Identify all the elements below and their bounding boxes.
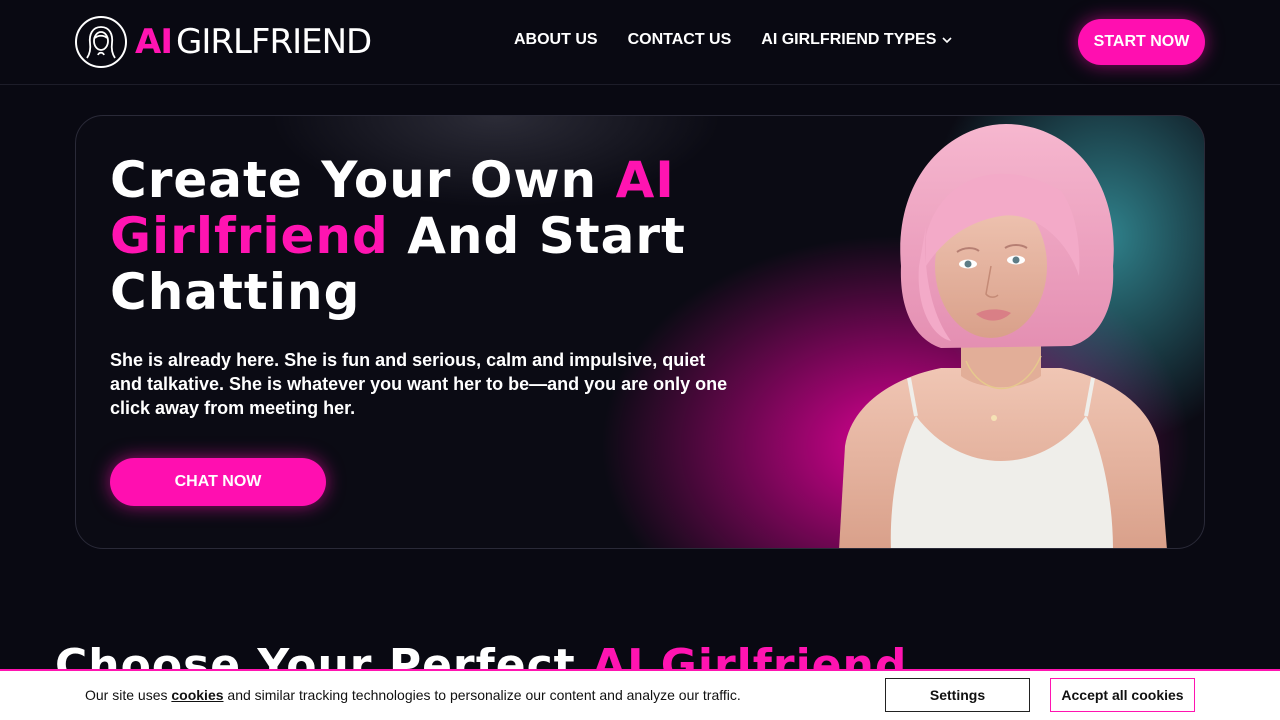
hero-subtitle: She is already here. She is fun and seri… <box>110 350 728 418</box>
nav-about-us[interactable]: ABOUT US <box>514 31 598 49</box>
chevron-down-icon <box>942 36 952 43</box>
site-header: AI GIRLFRIEND ABOUT US CONTACT US AI GIR… <box>0 0 1280 85</box>
cookies-link[interactable]: cookies <box>171 687 223 703</box>
hero-card: Create Your Own AI Girlfriend And Start … <box>75 115 1205 549</box>
logo-ai-text: AI <box>135 22 173 62</box>
cookie-text-after: and similar tracking technologies to per… <box>223 687 741 703</box>
logo-name-text: GIRLFRIEND <box>175 22 372 62</box>
chat-now-button[interactable]: CHAT NOW <box>110 458 326 506</box>
nav-contact-us[interactable]: CONTACT US <box>628 31 732 49</box>
girl-face-icon <box>75 16 127 68</box>
nav-contact-us-label: CONTACT US <box>627 31 732 48</box>
start-now-button[interactable]: START NOW <box>1078 19 1205 65</box>
hero-title-part1: Create Your Own <box>110 151 616 209</box>
logo-wordmark: AI GIRLFRIEND <box>135 22 372 62</box>
cookie-text-before: Our site uses <box>85 687 172 703</box>
cookie-text: Our site uses cookies and similar tracki… <box>85 687 741 703</box>
cookie-banner: Our site uses cookies and similar tracki… <box>0 669 1280 720</box>
site-logo[interactable]: AI GIRLFRIEND <box>75 16 372 68</box>
cookie-settings-button[interactable]: Settings <box>885 678 1030 712</box>
nav-girlfriend-types[interactable]: AI GIRLFRIEND TYPES <box>761 31 952 49</box>
hero-title: Create Your Own AI Girlfriend And Start … <box>110 152 750 320</box>
hero-girl-image <box>839 124 1167 548</box>
nav-girlfriend-types-label: AI GIRLFRIEND TYPES <box>761 31 937 48</box>
accept-cookies-button[interactable]: Accept all cookies <box>1050 678 1195 712</box>
main-nav: ABOUT US CONTACT US AI GIRLFRIEND TYPES <box>514 31 952 49</box>
nav-about-us-label: ABOUT US <box>514 31 598 48</box>
